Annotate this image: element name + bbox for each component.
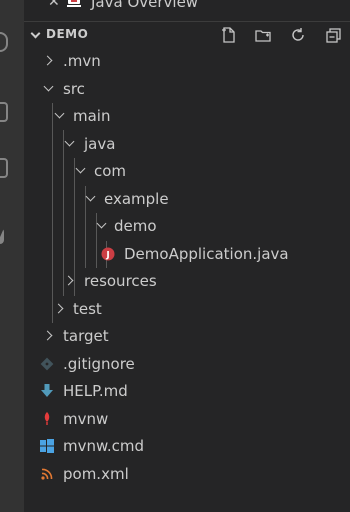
java-file-icon: J <box>101 247 115 260</box>
folder-label: test <box>73 299 102 318</box>
markdown-file-icon <box>41 384 53 397</box>
close-icon[interactable]: ✕ <box>48 0 62 9</box>
tree-file-help[interactable]: HELP.md <box>24 378 350 406</box>
folder-label: com <box>94 162 127 180</box>
azure-activity-icon[interactable] <box>0 228 4 244</box>
folder-label: resources <box>84 272 157 290</box>
folder-label: java <box>84 134 116 153</box>
tree-file-gitignore[interactable]: .gitignore <box>24 351 350 379</box>
tree-folder-main[interactable]: main <box>24 103 350 131</box>
svg-text:J: J <box>105 250 109 260</box>
chevron-right-icon <box>63 275 74 286</box>
new-folder-icon[interactable] <box>254 26 272 44</box>
file-label: HELP.md <box>63 382 128 400</box>
tree-folder-test[interactable]: test <box>24 296 350 324</box>
tree-folder-resources[interactable]: resources <box>24 268 350 296</box>
debug-activity-icon[interactable] <box>0 102 8 122</box>
tree-folder-target[interactable]: target <box>24 323 350 351</box>
chevron-down-icon <box>85 191 96 201</box>
open-editor-item[interactable]: ✕ Java Overview <box>24 0 350 15</box>
new-file-icon[interactable] <box>220 26 238 44</box>
windows-file-icon <box>40 439 54 453</box>
folder-label: example <box>104 189 169 208</box>
folder-label: main <box>73 107 111 125</box>
xml-rss-file-icon <box>41 468 53 480</box>
java-overview-icon <box>67 0 81 7</box>
tree-folder-src[interactable]: src <box>24 76 350 104</box>
tree-folder-com[interactable]: com <box>24 158 350 186</box>
chevron-down-icon <box>96 218 107 229</box>
refresh-icon[interactable] <box>289 26 307 44</box>
open-editor-label: Java Overview <box>91 0 199 11</box>
file-label: DemoApplication.java <box>124 244 289 263</box>
chevron-down-icon <box>54 108 65 119</box>
chevron-down-icon <box>75 163 86 174</box>
folder-label: src <box>63 79 85 98</box>
folder-label: .mvn <box>63 52 101 70</box>
maven-file-icon <box>44 411 50 425</box>
explorer-sidebar: ✕ Java Overview DEMO .mvn src main java … <box>24 0 350 512</box>
chevron-down-icon <box>64 136 75 146</box>
file-label: .gitignore <box>63 354 135 373</box>
file-tree: .mvn src main java com example demo J De… <box>24 48 350 488</box>
tree-folder-java[interactable]: java <box>24 131 350 159</box>
tree-file-demoapplication[interactable]: J DemoApplication.java <box>24 241 350 269</box>
folder-label: target <box>63 327 109 345</box>
collapse-all-icon[interactable] <box>325 26 343 44</box>
tree-file-mvnw[interactable]: mvnw <box>24 406 350 434</box>
file-label: mvnw.cmd <box>63 437 145 455</box>
chevron-right-icon <box>42 330 53 341</box>
activity-bar <box>0 0 24 512</box>
tree-file-pom[interactable]: pom.xml <box>24 461 350 489</box>
workspace-title: DEMO <box>46 27 89 41</box>
tree-file-mvnwcmd[interactable]: mvnw.cmd <box>24 433 350 461</box>
file-label: pom.xml <box>63 464 129 483</box>
folder-label: demo <box>114 217 157 235</box>
explorer-section-header[interactable]: DEMO <box>24 21 350 47</box>
file-label: mvnw <box>63 409 109 428</box>
tree-folder-example[interactable]: example <box>24 186 350 214</box>
tree-folder-mvn[interactable]: .mvn <box>24 48 350 76</box>
chevron-right-icon <box>53 303 64 313</box>
chevron-right-icon <box>42 55 53 66</box>
git-file-icon <box>40 357 54 370</box>
explorer-activity-icon[interactable] <box>0 32 8 52</box>
chevron-down-icon <box>30 28 41 39</box>
tree-folder-demo[interactable]: demo <box>24 213 350 241</box>
chevron-down-icon <box>43 81 54 91</box>
extensions-activity-icon[interactable] <box>0 158 8 178</box>
